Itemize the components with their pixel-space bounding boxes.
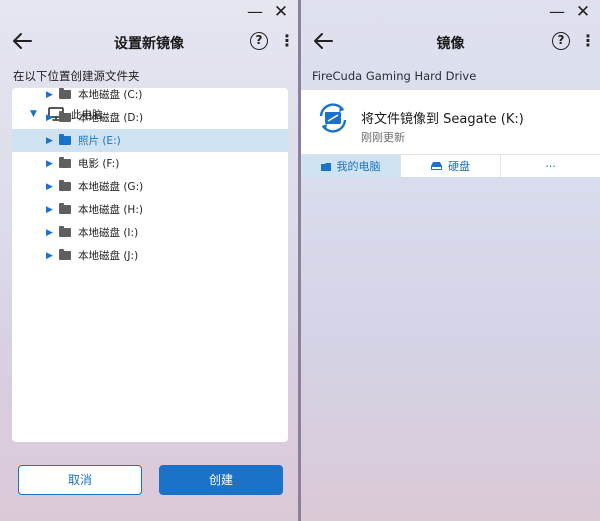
expand-caret-icon[interactable]: ▶ xyxy=(46,136,58,146)
mirror-sync-icon xyxy=(319,103,347,133)
mirror-card-title: 将文件镜像到 Seagate (K:) xyxy=(361,112,524,127)
folder-icon xyxy=(59,88,71,99)
tab-more[interactable]: ··· xyxy=(501,155,600,177)
tree-item-label: 本地磁盘 (H:) xyxy=(78,204,143,216)
more-options-icon[interactable]: ⋮ xyxy=(279,32,295,50)
tree-item-label: 本地磁盘 (J:) xyxy=(78,250,139,262)
drive-name: FireCuda Gaming Hard Drive xyxy=(312,69,477,83)
expand-caret-icon[interactable]: ▶ xyxy=(46,113,58,123)
tree-item[interactable]: ▶ 本地磁盘 (C:) xyxy=(12,83,288,106)
tree-item-label: 电影 (F:) xyxy=(78,158,120,170)
tree-item[interactable]: ▶ 电影 (F:) xyxy=(12,152,288,175)
mirror-card[interactable]: 将文件镜像到 Seagate (K:) 刚刚更新 我的电脑 硬盘 ··· xyxy=(301,90,600,177)
title-bar: — ✕ xyxy=(301,0,600,24)
tree-item-label: 本地磁盘 (G:) xyxy=(78,181,144,193)
help-icon[interactable]: ? xyxy=(552,32,570,50)
folder-icon xyxy=(59,180,71,191)
source-folder-prompt: 在以下位置创建源文件夹 xyxy=(13,69,140,83)
folder-icon xyxy=(59,157,71,168)
tree-item[interactable]: ▶ 本地磁盘 (J:) xyxy=(12,244,288,267)
tree-item-label: 本地磁盘 (I:) xyxy=(78,227,139,239)
expand-caret-icon[interactable]: ▶ xyxy=(46,228,58,238)
tab-label: 硬盘 xyxy=(448,160,470,173)
mirror-card-status: 刚刚更新 xyxy=(361,131,405,144)
folder-icon xyxy=(59,134,71,145)
setup-mirror-window: — ✕ 设置新镜像 ? ⋮ 在以下位置创建源文件夹 ▼ 此电脑 ▶ 本地磁盘 (C… xyxy=(0,0,298,521)
tree-item[interactable]: ▶ 本地磁盘 (I:) xyxy=(12,221,288,244)
minimize-button[interactable]: — xyxy=(544,1,570,23)
location-tabs: 我的电脑 硬盘 ··· xyxy=(301,154,600,177)
mirror-window: — ✕ 镜像 ? ⋮ FireCuda Gaming Hard Drive 将文… xyxy=(301,0,600,521)
tree-item-label: 本地磁盘 (C:) xyxy=(78,89,143,101)
more-options-icon[interactable]: ⋮ xyxy=(580,32,596,50)
title-bar: — ✕ xyxy=(0,0,298,24)
expand-caret-icon[interactable]: ▶ xyxy=(46,205,58,215)
tree-item-label: 本地磁盘 (D:) xyxy=(78,112,144,124)
tab-hard-drive[interactable]: 硬盘 xyxy=(401,155,501,177)
header: 镜像 ? ⋮ xyxy=(301,26,600,60)
drive-icon xyxy=(431,162,442,170)
folder-tree: ▼ 此电脑 ▶ 本地磁盘 (C:) ▶ 本地磁盘 (D:) ▶ 照片 (E:) ▶ 电影 (F… xyxy=(12,88,288,442)
tree-item-label: 照片 (E:) xyxy=(78,135,121,147)
computer-icon xyxy=(320,162,331,171)
expand-caret-icon[interactable]: ▶ xyxy=(46,251,58,261)
help-icon[interactable]: ? xyxy=(250,32,268,50)
minimize-button[interactable]: — xyxy=(242,1,268,23)
expand-caret-icon[interactable]: ▶ xyxy=(46,182,58,192)
expand-caret-icon[interactable]: ▶ xyxy=(46,159,58,169)
cancel-button[interactable]: 取消 xyxy=(18,465,142,495)
tab-label: 我的电脑 xyxy=(336,160,381,173)
close-button[interactable]: ✕ xyxy=(570,1,596,23)
folder-icon xyxy=(59,203,71,214)
tree-item[interactable]: ▶ 照片 (E:) xyxy=(12,129,288,152)
tree-item[interactable]: ▶ 本地磁盘 (D:) xyxy=(12,106,288,129)
header: 设置新镜像 ? ⋮ xyxy=(0,26,298,60)
folder-icon xyxy=(59,249,71,260)
expand-caret-icon[interactable]: ▶ xyxy=(46,90,58,100)
tree-item[interactable]: ▶ 本地磁盘 (G:) xyxy=(12,175,288,198)
folder-icon xyxy=(59,226,71,237)
more-icon: ··· xyxy=(545,159,556,173)
tree-item[interactable]: ▶ 本地磁盘 (H:) xyxy=(12,198,288,221)
tab-my-computer[interactable]: 我的电脑 xyxy=(301,155,401,177)
create-button[interactable]: 创建 xyxy=(159,465,283,495)
close-button[interactable]: ✕ xyxy=(268,1,294,23)
folder-icon xyxy=(59,111,71,122)
